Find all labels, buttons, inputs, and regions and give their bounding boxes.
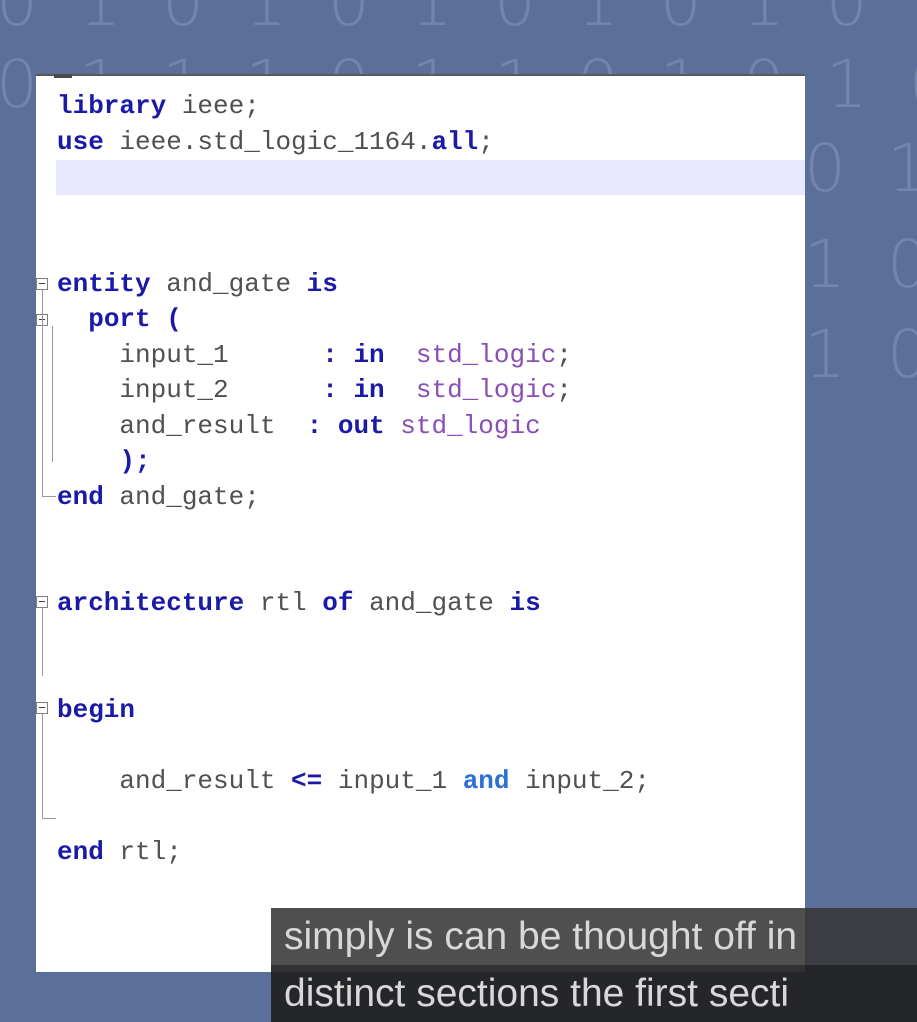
code-token: port (	[88, 304, 182, 334]
code-token: and_gate	[353, 588, 510, 618]
code-token: );	[57, 446, 151, 476]
code-line[interactable]: and_result : out std_logic	[57, 408, 541, 444]
fold-guide-end	[42, 496, 56, 497]
fold-collapse-icon[interactable]	[36, 278, 48, 290]
code-token: and_result	[57, 765, 292, 796]
fold-guide-line	[52, 326, 53, 462]
binary-row: 0 1	[804, 130, 917, 207]
code-token: std_logic	[415, 375, 557, 405]
code-token: input_1	[57, 339, 323, 370]
code-line[interactable]: end rtl;	[57, 834, 182, 870]
code-token: of	[322, 588, 354, 618]
code-line[interactable]: entity and_gate is	[57, 266, 338, 302]
code-token: ieee;	[166, 91, 260, 121]
code-token: ;	[556, 375, 572, 405]
binary-row: 1 0	[804, 316, 917, 393]
code-token: is	[509, 588, 541, 618]
code-token: rtl	[244, 588, 323, 618]
binary-row: 0 1 0 1 0 1 0 1 0 1 0 1 0 1 0 1 0 1 0	[0, 0, 917, 41]
code-line[interactable]: use ieee.std_logic_1164.all;	[57, 124, 494, 160]
code-line[interactable]: );	[57, 443, 151, 479]
binary-row: 1 0	[804, 226, 917, 303]
fold-collapse-icon[interactable]	[36, 596, 48, 608]
code-token: <=	[291, 765, 323, 796]
code-token: ;	[478, 126, 494, 157]
code-line[interactable]: begin	[57, 692, 135, 728]
code-token: entity	[57, 268, 151, 299]
code-token: is	[306, 268, 338, 299]
code-token: ieee.std_logic_1164.	[103, 126, 432, 157]
fold-guide-end	[42, 818, 56, 819]
code-token: library	[57, 91, 167, 121]
fold-collapse-icon[interactable]	[36, 702, 48, 714]
video-caption: simply is can be thought off in distinct…	[271, 908, 917, 1022]
code-editor[interactable]: library ieee; use ieee.std_logic_1164.all…	[36, 74, 805, 972]
fold-guide-line	[42, 290, 43, 496]
code-token: input_1	[322, 765, 463, 796]
code-token: begin	[57, 694, 136, 725]
code-token: end	[57, 481, 104, 512]
caption-line-1: simply is can be thought off in	[271, 908, 917, 965]
code-line[interactable]: end and_gate;	[57, 479, 260, 515]
code-line[interactable]: architecture rtl of and_gate is	[57, 585, 541, 621]
fold-guide-line	[42, 608, 43, 676]
code-token: and	[462, 765, 510, 796]
code-token: input_2	[57, 375, 323, 405]
code-token: rtl;	[103, 836, 182, 867]
code-token: input_2;	[509, 765, 650, 796]
code-token: : in	[322, 375, 416, 405]
code-token: and_gate	[150, 268, 307, 299]
code-token: all	[431, 126, 479, 157]
code-token: and_result	[57, 410, 307, 441]
code-token: std_logic	[415, 339, 557, 370]
code-token: : out	[306, 410, 401, 441]
code-token: architecture	[57, 588, 245, 618]
code-token: std_logic	[400, 410, 541, 441]
code-line[interactable]: port (	[57, 301, 182, 337]
code-token: and_gate;	[103, 481, 260, 512]
caption-line-2: distinct sections the first secti	[271, 965, 917, 1022]
code-token: : in	[322, 339, 416, 370]
code-token: end	[57, 836, 104, 867]
current-line-highlight	[56, 160, 805, 195]
code-line[interactable]: input_1 : in std_logic;	[57, 337, 572, 373]
code-line[interactable]: library ieee;	[57, 88, 260, 124]
code-line[interactable]: and_result <= input_1 and input_2;	[57, 763, 650, 799]
fold-guide-line	[42, 714, 43, 818]
code-token: ;	[556, 339, 572, 370]
code-token: use	[57, 126, 104, 157]
code-line[interactable]: input_2 : in std_logic;	[57, 372, 572, 408]
